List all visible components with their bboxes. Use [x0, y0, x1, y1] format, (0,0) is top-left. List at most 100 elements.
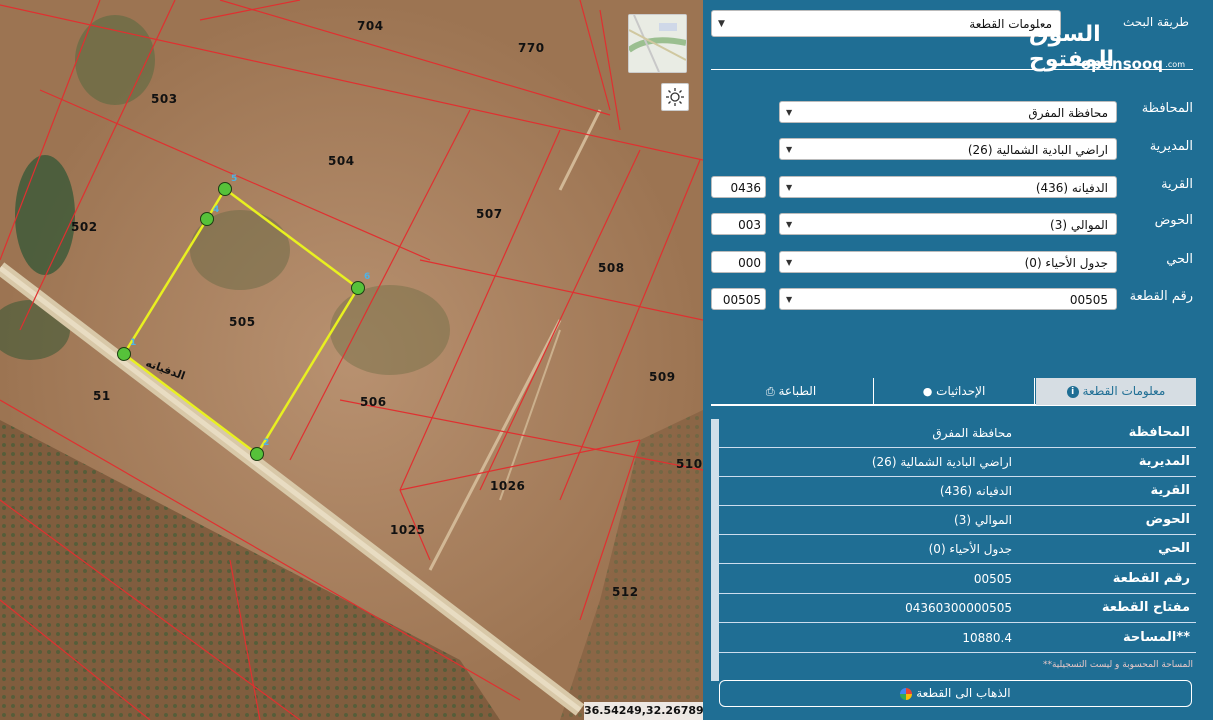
vertex-marker: 4 [213, 205, 220, 215]
village-code-input[interactable]: 0436 [711, 176, 766, 198]
chevron-down-icon: ▼ [786, 145, 793, 154]
tab-plot-info-label: معلومات القطعة [1082, 384, 1166, 398]
plot-code-input[interactable]: 00505 [711, 288, 766, 310]
chevron-down-icon: ▼ [786, 108, 793, 117]
basin-value: الموالي (3) [1050, 218, 1108, 232]
logo-suffix: .com [1165, 60, 1185, 69]
directorate-value: اراضي البادية الشمالية (26) [967, 143, 1108, 157]
directorate-select[interactable]: ▼ اراضي البادية الشمالية (26) [779, 138, 1117, 160]
chevron-down-icon: ▼ [786, 258, 793, 267]
parcel-label: 506 [360, 395, 387, 409]
chevron-down-icon: ▼ [786, 220, 793, 229]
info-value: الدفيانه (436) [939, 484, 1012, 498]
info-value: اراضي البادية الشمالية (26) [871, 455, 1012, 469]
google-icon [900, 687, 913, 700]
area-footnote: **المساحة المحسوبة و ليست التسجيلية [1042, 660, 1193, 670]
info-row: مفتاح القطعة 04360300000505 [719, 594, 1196, 623]
coordinates-readout: 36.54249,32.26789 [584, 702, 703, 720]
parcel-label: 512 [612, 585, 639, 599]
info-value: محافظة المفرق [932, 426, 1012, 440]
district-label: الحي [1166, 252, 1193, 267]
village-select[interactable]: ▼ الدفيانه (436) [779, 176, 1117, 198]
info-value: جدول الأحياء (0) [928, 542, 1012, 556]
sun-icon [666, 88, 684, 106]
opensooq-logo: السوق المفتوح opensooq .com [1029, 20, 1189, 74]
governorate-value: محافظة المفرق [1028, 106, 1108, 120]
vertex-marker: 5 [231, 174, 238, 184]
info-value: 00505 [973, 572, 1012, 586]
info-value: الموالي (3) [954, 513, 1012, 527]
plot-label: رقم القطعة [1129, 289, 1193, 304]
governorate-label: المحافظة [1141, 101, 1193, 116]
parcel-label: 503 [151, 92, 178, 106]
tab-plot-info[interactable]: i معلومات القطعة [1036, 378, 1196, 405]
goto-plot-label: الذهاب الى القطعة [916, 686, 1011, 700]
governorate-select[interactable]: ▼ محافظة المفرق [779, 101, 1117, 123]
info-value: 04360300000505 [905, 601, 1012, 615]
info-key: المساحة** [1122, 630, 1190, 645]
vertex-marker: 2 [263, 438, 270, 448]
info-key: مفتاح القطعة [1101, 600, 1190, 615]
chevron-down-icon: ▼ [786, 183, 793, 192]
parcel-label: 509 [649, 370, 676, 384]
info-row: المحافظة محافظة المفرق [719, 419, 1196, 448]
chevron-down-icon: ▼ [786, 295, 793, 304]
district-select[interactable]: ▼ جدول الأحياء (0) [779, 251, 1117, 273]
info-row: رقم القطعة 00505 [719, 565, 1196, 594]
info-row: المساحة** 10880.4 [719, 624, 1196, 653]
print-icon: ⎙ [765, 385, 775, 398]
info-row: الحي جدول الأحياء (0) [719, 535, 1196, 564]
info-row: المديرية اراضي البادية الشمالية (26) [719, 448, 1196, 477]
side-panel: ▼ معلومات القطعة طريقة البحث السوق المفت… [703, 0, 1213, 720]
basemap-switcher[interactable] [628, 14, 687, 73]
parcel-label: 504 [328, 154, 355, 168]
map-view[interactable]: 704 770 503 504 502 507 508 505 51 506 5… [0, 0, 703, 720]
village-value: الدفيانه (436) [1035, 181, 1108, 195]
info-key: الحي [1158, 541, 1190, 556]
directorate-label: المديرية [1149, 139, 1193, 154]
parcel-label: 770 [518, 41, 545, 55]
divider [711, 69, 1193, 70]
scrollbar[interactable] [711, 419, 719, 681]
basin-select[interactable]: ▼ الموالي (3) [779, 213, 1117, 235]
basin-code-input[interactable]: 003 [711, 213, 766, 235]
vertex-marker: 1 [130, 338, 137, 348]
info-key: رقم القطعة [1112, 571, 1190, 586]
info-row: القرية الدفيانه (436) [719, 477, 1196, 506]
info-row: الحوض الموالي (3) [719, 506, 1196, 535]
info-key: القرية [1150, 483, 1190, 498]
parcel-label: 505 [229, 315, 256, 329]
tab-print[interactable]: ⎙ الطباعة [711, 378, 871, 405]
user-pin-icon: ● [922, 385, 933, 398]
parcel-label: 1025 [390, 523, 426, 537]
tab-coordinates-label: الإحداثيات [936, 384, 986, 398]
parcel-label: 508 [598, 261, 625, 275]
info-icon: i [1066, 385, 1079, 398]
info-key: الحوض [1145, 512, 1190, 527]
district-code-input[interactable]: 000 [711, 251, 766, 273]
tab-coordinates[interactable]: ● الإحداثيات [873, 378, 1035, 405]
info-key: المحافظة [1128, 425, 1190, 440]
logo-latin: opensooq [1080, 55, 1163, 73]
parcel-label: 502 [71, 220, 98, 234]
parcel-label: 1026 [490, 479, 526, 493]
goto-plot-button[interactable]: الذهاب الى القطعة [719, 680, 1192, 707]
plot-select[interactable]: ▼ 00505 [779, 288, 1117, 310]
parcel-label: 510 [676, 457, 703, 471]
info-value: 10880.4 [962, 631, 1012, 645]
district-value: جدول الأحياء (0) [1024, 256, 1108, 270]
vertex-marker: 6 [364, 272, 371, 282]
plot-value: 00505 [1069, 293, 1108, 307]
info-key: المديرية [1138, 454, 1190, 469]
tab-print-label: الطباعة [778, 384, 817, 398]
basemap-thumbnail [629, 15, 686, 72]
village-label: القرية [1161, 177, 1193, 192]
chevron-down-icon: ▼ [718, 19, 725, 29]
basin-label: الحوض [1154, 213, 1193, 228]
brightness-button[interactable] [661, 83, 689, 111]
parcel-label: 507 [476, 207, 503, 221]
parcel-label: 704 [357, 19, 384, 33]
parcel-label: 51 [93, 389, 111, 403]
satellite-imagery [0, 0, 703, 720]
search-method-select[interactable]: ▼ معلومات القطعة [711, 10, 1061, 37]
